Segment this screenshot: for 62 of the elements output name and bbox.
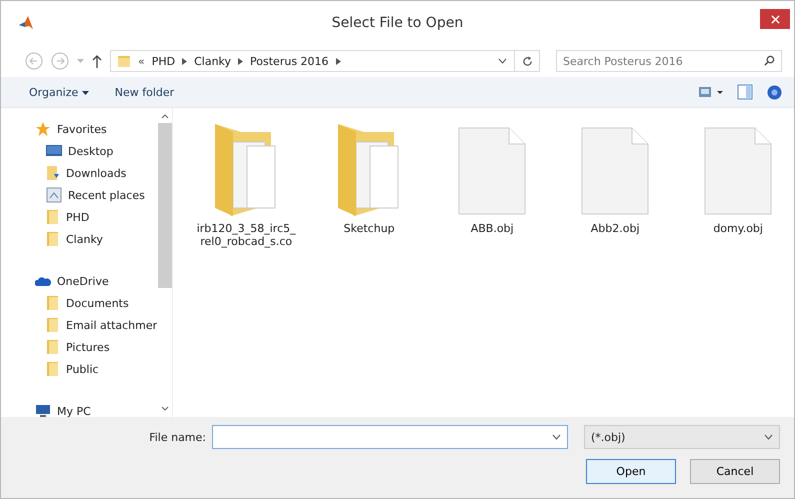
sidebar-item[interactable]: Downloads: [1, 162, 158, 184]
cloud-icon: [35, 275, 51, 287]
organize-button[interactable]: Organize: [23, 84, 95, 100]
breadcrumb[interactable]: Posterus 2016: [250, 54, 329, 68]
file-item[interactable]: domy.obj: [682, 120, 794, 235]
computer-icon: [35, 404, 51, 417]
folder-icon: [46, 231, 60, 247]
file-item[interactable]: Abb2.obj: [559, 120, 672, 235]
folder-icon: [46, 339, 60, 355]
sidebar-item[interactable]: Desktop: [1, 140, 158, 162]
file-item[interactable]: Sketchup: [313, 120, 426, 235]
sidebar-item[interactable]: Clanky: [1, 228, 158, 250]
breadcrumb[interactable]: PHD: [152, 54, 176, 68]
chevron-icon[interactable]: [182, 58, 188, 64]
search-field[interactable]: Search Posterus 2016: [556, 50, 782, 72]
file-name-field[interactable]: [212, 425, 568, 449]
folder-icon: [117, 54, 131, 68]
address-bar[interactable]: « PHD Clanky Posterus 2016: [110, 50, 540, 72]
dropdown-caret-icon[interactable]: [552, 434, 561, 440]
new-folder-button[interactable]: New folder: [108, 84, 180, 100]
sidebar-item[interactable]: PHD: [1, 206, 158, 228]
overflow-chevron[interactable]: «: [138, 54, 145, 68]
file-name-label: File name:: [149, 430, 206, 444]
caret-icon: [82, 90, 89, 96]
app-logo-icon: [18, 15, 34, 31]
folder-icon: [46, 317, 60, 333]
sidebar-item[interactable]: Recent places: [1, 184, 158, 206]
download-folder-icon: [46, 165, 60, 181]
window-title: Select File to Open: [332, 15, 464, 31]
file-item[interactable]: irb120_3_58_irc5_rel0_robcad_s.co: [190, 120, 302, 248]
sidebar-item[interactable]: Documents: [1, 292, 158, 314]
file-type-dropdown[interactable]: (*.obj): [584, 425, 780, 449]
cancel-button[interactable]: Cancel: [690, 459, 780, 484]
sidebar-item[interactable]: Favorites: [1, 118, 158, 140]
monitor-icon: [46, 144, 62, 158]
scroll-up-icon[interactable]: [160, 114, 169, 119]
folder-icon: [46, 295, 60, 311]
folder-icon: [46, 209, 60, 225]
up-arrow-icon[interactable]: [92, 54, 102, 68]
close-button[interactable]: [760, 9, 790, 29]
star-icon: [35, 121, 51, 137]
recent-places-icon: [46, 187, 62, 203]
refresh-icon[interactable]: [522, 56, 533, 66]
sidebar-item[interactable]: Pictures: [1, 336, 158, 358]
sidebar-item[interactable]: OneDrive: [1, 270, 158, 292]
chevron-icon[interactable]: [238, 58, 244, 64]
folder-icon: [46, 361, 60, 377]
search-icon: [764, 55, 775, 66]
chevron-icon[interactable]: [336, 58, 341, 64]
close-icon: [770, 14, 780, 24]
breadcrumb[interactable]: Clanky: [194, 54, 232, 68]
dropdown-caret-icon: [764, 434, 773, 440]
preview-pane-icon[interactable]: [737, 84, 753, 100]
file-item[interactable]: ABB.obj: [436, 120, 548, 235]
help-icon[interactable]: [767, 84, 782, 100]
sidebar-item[interactable]: Email attachmer: [1, 314, 158, 336]
sidebar-item[interactable]: Public: [1, 358, 158, 380]
scroll-down-icon[interactable]: [160, 406, 169, 411]
view-options-icon[interactable]: [699, 86, 723, 98]
dropdown-caret-icon[interactable]: [498, 58, 507, 64]
open-button[interactable]: Open: [586, 459, 676, 484]
sidebar-item[interactable]: My PC: [1, 400, 158, 417]
